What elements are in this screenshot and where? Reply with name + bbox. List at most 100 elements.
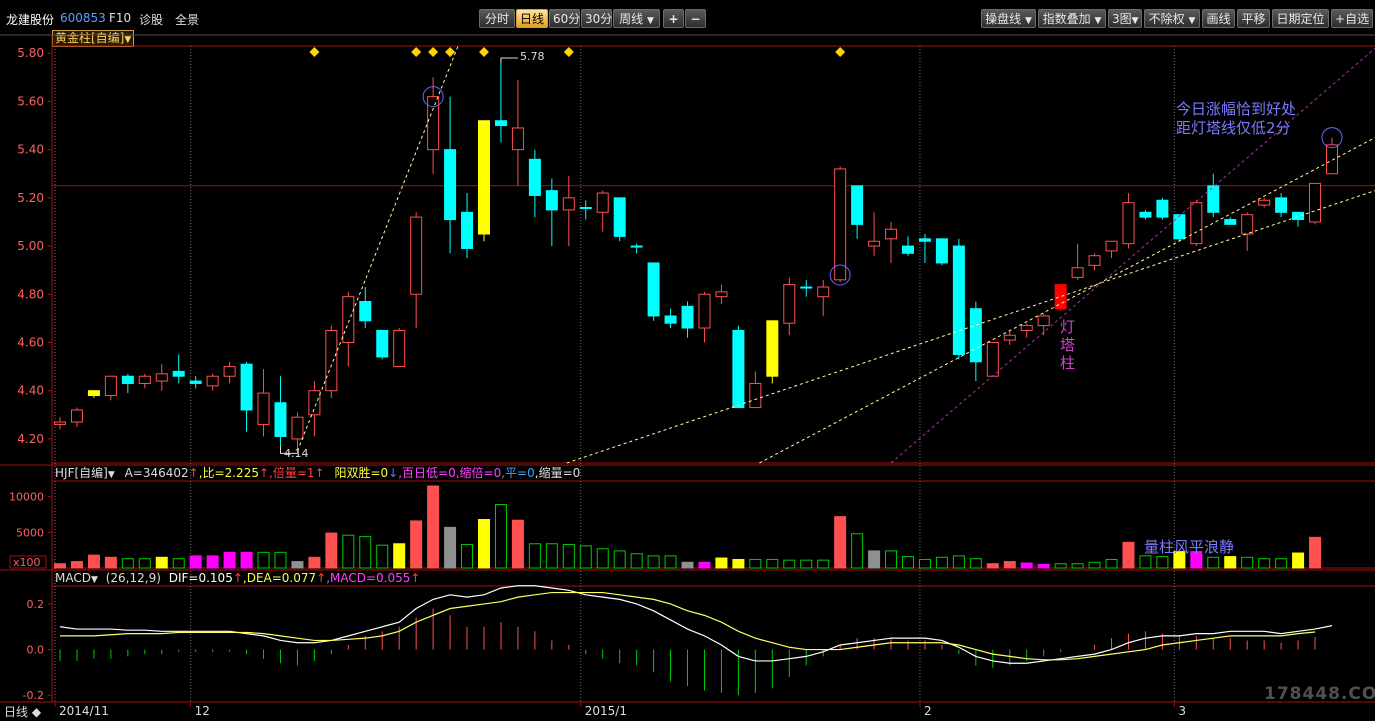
period-tab-60min[interactable]: 60分: [549, 9, 580, 28]
volume-series: [54, 485, 1322, 569]
candle-body: [308, 390, 321, 416]
volume-bar: [1309, 536, 1322, 569]
macd-indicator-name[interactable]: MACD: [55, 571, 91, 585]
volume-bar: [579, 545, 592, 569]
period-tab-intraday[interactable]: 分时: [479, 9, 515, 28]
trendline-upper: [566, 190, 1375, 464]
index-overlay-dropdown[interactable]: 指数叠加 ▼: [1038, 9, 1106, 28]
candle-body: [698, 293, 711, 329]
period-tab-daily[interactable]: 日线: [516, 9, 548, 28]
volume-bar: [189, 555, 202, 569]
signal-diamond: [309, 47, 320, 57]
signal-diamond: [835, 47, 846, 57]
volume-bar: [291, 561, 304, 569]
arrow-up-icon: ↑: [316, 571, 327, 585]
candle-body: [274, 402, 287, 437]
period-tab-weekly[interactable]: 周线 ▼: [613, 9, 660, 28]
candle-body: [104, 375, 117, 397]
draw-line-button[interactable]: 画线: [1202, 9, 1235, 28]
period-tab-30min[interactable]: 30分: [581, 9, 612, 28]
candle-body: [189, 380, 202, 384]
macd-series: [59, 585, 1333, 696]
arrow-up-icon: ↑: [410, 571, 421, 585]
arrow-down-icon: ↓: [388, 466, 399, 480]
volume-bar: [172, 558, 185, 569]
candle-body: [952, 245, 965, 356]
macd-dif: DIF=0.105: [168, 571, 233, 585]
caopan-line-dropdown[interactable]: 操盘线 ▼: [981, 9, 1036, 28]
volume-bar: [766, 558, 779, 569]
volume-bar: [104, 556, 117, 569]
candle-body: [410, 216, 423, 295]
volume-bar: [427, 485, 440, 569]
vol-ratio-value: ,比=2.225: [198, 466, 259, 480]
candle-body: [715, 291, 728, 298]
candle-body: [562, 197, 575, 211]
lighthouse-label: 灯 塔 柱: [1060, 318, 1078, 372]
volume-bar: [800, 559, 813, 569]
f10-link[interactable]: F10: [109, 11, 131, 25]
candle-body: [545, 190, 558, 211]
chevron-down-icon[interactable]: ▼: [91, 575, 98, 585]
macd-dea: ,DEA=0.077: [242, 571, 317, 585]
chevron-down-icon: ▼: [1188, 16, 1196, 26]
candle-body: [630, 245, 643, 248]
chart-grid: [0, 34, 1375, 707]
chevron-down-icon: ▼: [646, 16, 654, 26]
vol-flat: ,平=0: [501, 466, 535, 480]
signal-diamond: [445, 47, 456, 57]
stock-name[interactable]: 龙建股份: [6, 11, 54, 28]
pan-button[interactable]: 平移: [1237, 9, 1270, 28]
vol-indicator-name[interactable]: HJF[自编]: [55, 466, 108, 480]
volume-bar: [1020, 562, 1033, 569]
vol-a-value: A=346402: [124, 466, 189, 480]
highlight-circle: [829, 264, 851, 286]
lighthouse-char-3: 柱: [1060, 354, 1076, 372]
rights-dropdown[interactable]: 不除权 ▼: [1144, 9, 1200, 28]
candle-body: [783, 284, 796, 324]
zoom-out-button[interactable]: −: [685, 9, 706, 28]
date-locate-button[interactable]: 日期定位: [1272, 9, 1329, 28]
candle-body: [681, 305, 694, 329]
candle-body: [579, 206, 592, 209]
volume-bar: [1292, 552, 1305, 569]
high-price-label: 5.78: [520, 50, 545, 63]
macd-tick-label: 0.0: [27, 644, 45, 657]
candle-body: [291, 416, 304, 440]
indicator-selector[interactable]: 黄金柱[自编]▼: [52, 30, 135, 47]
custom-label: 自选: [1345, 12, 1370, 26]
volume-bar: [545, 543, 558, 569]
volume-bar: [410, 520, 423, 569]
trendline-lower: [759, 137, 1375, 464]
candle-body: [885, 228, 898, 240]
stock-code[interactable]: 600853: [60, 11, 106, 25]
volume-bar: [749, 558, 762, 569]
chart-count-dropdown[interactable]: 3图▼: [1108, 9, 1142, 28]
candle-body: [969, 308, 982, 363]
vol-double-value: ,倍量=1: [269, 466, 315, 480]
candle-body: [749, 382, 762, 409]
candle-body: [461, 211, 474, 249]
signal-diamond: [479, 47, 489, 57]
candle-body: [87, 390, 100, 397]
volume-bar: [851, 533, 864, 569]
candle-body: [1156, 199, 1169, 218]
candle-body: [1309, 182, 1322, 223]
candle-body: [206, 375, 219, 387]
footer-period[interactable]: 日线 ◆: [4, 703, 41, 720]
volume-bar: [1122, 541, 1135, 569]
stock-chart[interactable]: 5.80 5.60 5.40 5.20 5.00 4.80 4.60 4.40 4.20 1000…: [0, 0, 1375, 721]
candle-body: [257, 392, 270, 425]
candle-body: [817, 286, 830, 298]
add-custom-button[interactable]: +自选: [1331, 9, 1373, 28]
candlestick-series: [54, 58, 1338, 454]
volume-bar: [257, 551, 270, 569]
chevron-down-icon[interactable]: ▼: [108, 470, 115, 480]
volume-indicator-bar: HJF[自编]▼ A=346402↑,比=2.225↑,倍量=1↑ 阳双胜=0↓…: [55, 466, 580, 481]
diagnose-link[interactable]: 诊股: [139, 11, 163, 28]
zoom-in-button[interactable]: +: [663, 9, 684, 28]
chevron-down-icon: ▼: [1131, 16, 1139, 26]
candle-body: [1071, 267, 1084, 278]
volume-bar: [461, 543, 474, 569]
panorama-link[interactable]: 全景: [175, 11, 199, 28]
